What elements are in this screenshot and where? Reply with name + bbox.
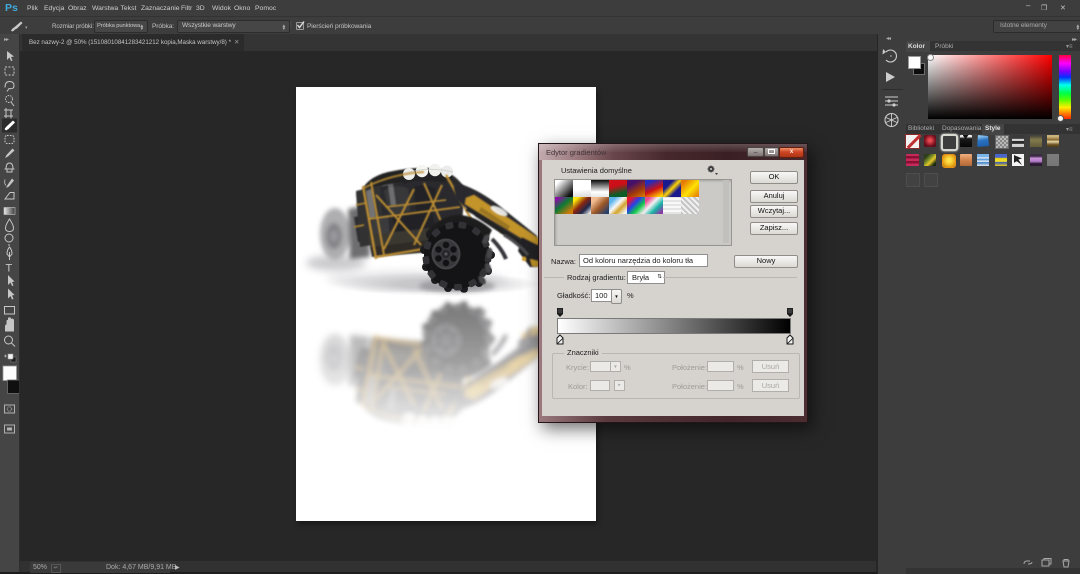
svg-text:T: T [6,263,13,275]
